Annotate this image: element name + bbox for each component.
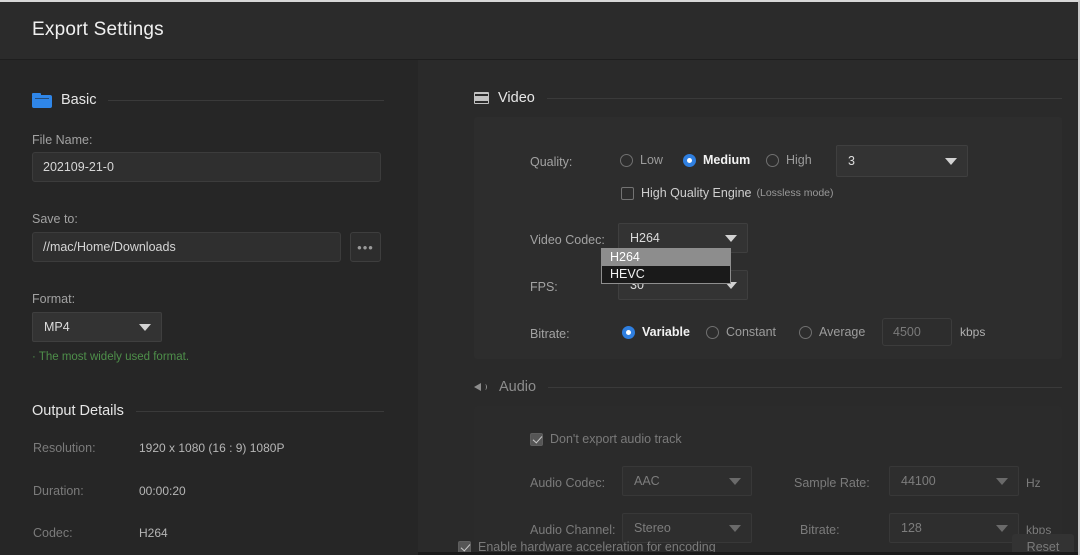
quality-radio-low[interactable]: Low [620, 153, 663, 167]
quality-radio-medium[interactable]: Medium [683, 153, 750, 167]
quality-radio-high-label: High [786, 153, 812, 167]
video-bitrate-unit: kbps [960, 325, 986, 339]
bitrate-radio-average[interactable]: Average [799, 325, 865, 339]
folder-icon [32, 92, 52, 108]
codec-value: H264 [139, 526, 168, 540]
bitrate-radio-constant-label: Constant [726, 325, 777, 339]
basic-section-label: Basic [61, 92, 97, 108]
sample-rate-label: Sample Rate: [794, 476, 870, 490]
bitrate-radio-variable-label: Variable [642, 325, 690, 339]
audio-bitrate-value: 128 [901, 521, 922, 535]
resolution-value: 1920 x 1080 (16 : 9) 1080P [139, 441, 285, 455]
format-hint: · The most widely used format. [32, 351, 190, 363]
format-label: Format: [32, 292, 76, 306]
chevron-down-icon [945, 158, 957, 165]
video-codec-dropdown-list[interactable]: H264 HEVC [601, 248, 731, 284]
quality-radio-medium-label: Medium [703, 153, 751, 167]
section-divider [546, 97, 1062, 99]
high-quality-engine-checkbox[interactable]: High Quality Engine (Lossless mode) [621, 186, 834, 200]
speaker-icon [474, 381, 490, 393]
video-bitrate-input[interactable]: 4500 [882, 318, 952, 346]
bitrate-radio-average-label: Average [819, 325, 866, 339]
duration-label: Duration: [33, 484, 84, 498]
section-divider [108, 99, 384, 101]
audio-channel-label: Audio Channel: [530, 523, 616, 537]
radio-icon [622, 325, 635, 339]
quality-level-select[interactable]: 3 [836, 145, 968, 177]
file-name-label: File Name: [32, 133, 93, 147]
browse-button[interactable]: ••• [350, 232, 381, 262]
video-codec-label: Video Codec: [530, 233, 605, 247]
high-quality-engine-label: High Quality Engine [641, 186, 752, 200]
output-details-header: Output Details [32, 402, 384, 420]
dont-export-audio-label: Don't export audio track [550, 432, 682, 446]
audio-channel-value: Stereo [634, 521, 671, 535]
file-name-input[interactable]: 202109-21-0 [32, 152, 381, 182]
quality-radio-low-label: Low [640, 153, 663, 167]
audio-bitrate-label: Bitrate: [800, 523, 840, 537]
chevron-down-icon [139, 324, 151, 331]
sample-rate-select[interactable]: 44100 [889, 466, 1019, 496]
output-details-label: Output Details [32, 403, 124, 419]
radio-icon [706, 325, 719, 339]
radio-icon [799, 325, 812, 339]
video-codec-value: H264 [630, 231, 660, 245]
basic-panel: Basic File Name: 202109-21-0 Save to: //… [0, 60, 418, 555]
sample-rate-value: 44100 [901, 474, 936, 488]
fps-label: FPS: [530, 280, 558, 294]
codec-label: Codec: [33, 526, 73, 540]
video-bitrate-label: Bitrate: [530, 327, 570, 341]
video-section-label: Video [498, 90, 535, 106]
basic-section-header: Basic [32, 90, 384, 110]
sample-rate-unit: Hz [1026, 476, 1041, 490]
radio-icon [766, 153, 779, 167]
audio-codec-label: Audio Codec: [530, 476, 606, 490]
video-audio-panel: Video Quality: Low Medium High 3 High Qu… [418, 60, 1078, 555]
codec-option-h264[interactable]: H264 [602, 249, 730, 266]
audio-settings-card: Don't export audio track Audio Codec: AA… [474, 406, 1062, 555]
quality-label: Quality: [530, 155, 573, 169]
quality-radio-high[interactable]: High [766, 153, 812, 167]
export-settings-window: Export Settings Basic File Name: 202109-… [0, 0, 1080, 555]
audio-channel-select[interactable]: Stereo [622, 513, 752, 543]
duration-value: 00:00:20 [139, 484, 186, 498]
audio-codec-select[interactable]: AAC [622, 466, 752, 496]
video-section-header: Video [474, 89, 1062, 107]
video-settings-card: Quality: Low Medium High 3 High Quality … [474, 117, 1062, 359]
format-select-value: MP4 [44, 320, 70, 334]
checkbox-icon [530, 432, 543, 446]
section-divider [135, 410, 384, 412]
chevron-down-icon [729, 525, 741, 532]
audio-section-header: Audio [474, 378, 1062, 396]
chevron-down-icon [729, 478, 741, 485]
codec-option-hevc[interactable]: HEVC [602, 266, 730, 283]
chevron-down-icon [996, 478, 1008, 485]
window-title: Export Settings [32, 19, 164, 40]
dont-export-audio-checkbox[interactable]: Don't export audio track [530, 432, 682, 446]
radio-icon [620, 153, 633, 167]
radio-icon [683, 153, 696, 167]
audio-section-label: Audio [499, 379, 537, 395]
chevron-down-icon [725, 235, 737, 242]
title-bar: Export Settings [0, 2, 1078, 60]
section-divider [548, 386, 1062, 388]
save-to-label: Save to: [32, 212, 78, 226]
high-quality-engine-sublabel: (Lossless mode) [756, 187, 834, 199]
audio-codec-value: AAC [634, 474, 660, 488]
format-select[interactable]: MP4 [32, 312, 162, 342]
checkbox-icon [621, 186, 634, 200]
chevron-down-icon [996, 525, 1008, 532]
quality-level-value: 3 [848, 154, 855, 168]
bitrate-radio-constant[interactable]: Constant [706, 325, 776, 339]
audio-bitrate-select[interactable]: 128 [889, 513, 1019, 543]
resolution-label: Resolution: [33, 441, 96, 455]
save-to-input[interactable]: //mac/Home/Downloads [32, 232, 341, 262]
film-icon [474, 92, 489, 104]
bitrate-radio-variable[interactable]: Variable [622, 325, 690, 339]
